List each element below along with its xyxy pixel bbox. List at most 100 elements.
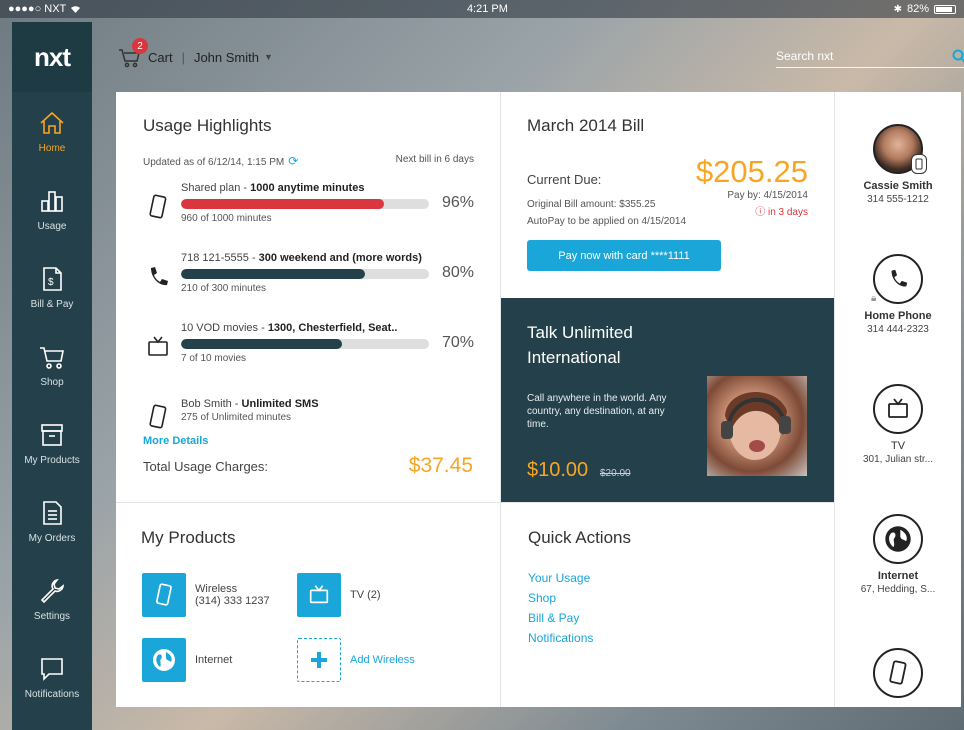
mobile-icon: [149, 194, 167, 219]
sidebar-item-label: My Orders: [28, 532, 76, 544]
product-name: TV (2): [350, 589, 381, 601]
usage-row-prefix: Bob Smith -: [181, 398, 242, 410]
usage-progress-bar: [181, 269, 429, 279]
sidebar-item-label: My Products: [24, 454, 80, 466]
contact-home-phone[interactable]: 🔒︎ Home Phone 314 444-2323: [835, 254, 961, 335]
bill-icon: $: [43, 266, 62, 291]
carrier-label: ●●●●○ NXT: [8, 3, 67, 15]
lock-icon: 🔒︎: [871, 293, 877, 304]
sidebar-item-settings[interactable]: Settings: [12, 560, 92, 638]
product-name: Add Wireless: [350, 654, 415, 666]
sidebar-item-label: Home: [38, 142, 66, 154]
usage-row-sub: 275 of Unlimited minutes: [181, 412, 292, 423]
header-divider: |: [181, 49, 185, 65]
cart-icon: [40, 346, 64, 369]
promo-card[interactable]: Talk Unlimited International Call anywhe…: [501, 298, 834, 502]
phone-icon: 🔒︎: [871, 254, 923, 304]
search-input[interactable]: [776, 48, 926, 63]
contact-detail: 67, Hedding, S...: [860, 584, 936, 595]
due-warning: ⓘ in 3 days: [755, 203, 808, 218]
contact-detail: 314 555-1212: [867, 194, 929, 205]
bill-card: March 2014 Bill Current Due: $205.25 Pay…: [501, 92, 834, 297]
product-name: Internet: [195, 654, 233, 666]
usage-row-plan: 300 weekend and (more words): [258, 252, 422, 264]
sidebar-item-my-orders[interactable]: My Orders: [12, 482, 92, 560]
contact-mobile[interactable]: [835, 648, 961, 698]
quick-actions-title: Quick Actions: [528, 528, 631, 547]
contacts-panel: Cassie Smith 314 555-1212 🔒︎ Home Phone …: [835, 92, 961, 707]
alert-icon: ⓘ: [755, 207, 766, 218]
box-icon: [41, 423, 63, 446]
usage-percent: 80%: [441, 264, 474, 281]
usage-row[interactable]: Shared plan - 1000 anytime minutes 96% 9…: [143, 182, 474, 246]
usage-row-sub: 960 of 1000 minutes: [181, 213, 272, 224]
sidebar-item-usage[interactable]: Usage: [12, 170, 92, 248]
usage-row-plan: Unlimited SMS: [241, 398, 319, 410]
more-details-link[interactable]: More Details: [143, 435, 208, 447]
contact-cassie-smith[interactable]: Cassie Smith 314 555-1212: [835, 124, 961, 205]
usage-row-plan: 1000 anytime minutes: [250, 182, 365, 194]
sidebar-item-my-products[interactable]: My Products: [12, 404, 92, 482]
pay-by-date: Pay by: 4/15/2014: [727, 190, 808, 201]
sidebar-item-notifications[interactable]: Notifications: [12, 638, 92, 716]
battery-icon: [933, 4, 956, 14]
mobile-icon: [911, 154, 927, 174]
usage-progress-bar: [181, 339, 429, 349]
phone-icon: [151, 267, 168, 286]
product-wireless[interactable]: Wireless (314) 333 1237: [142, 573, 270, 617]
sidebar-item-bill-pay[interactable]: $ Bill & Pay: [12, 248, 92, 326]
usage-row-prefix: 718 121-5555 -: [181, 252, 259, 264]
pay-now-button[interactable]: Pay now with card ****1111: [527, 240, 721, 271]
sidebar: nxt Home Usage $ Bill & Pay Shop My Prod…: [12, 22, 92, 730]
quick-link-notifications[interactable]: Notifications: [528, 628, 808, 648]
globe-icon: [873, 514, 923, 564]
wifi-icon: [71, 5, 81, 13]
my-products-card: My Products Wireless (314) 333 1237 TV (2…: [116, 503, 500, 707]
total-usage-amount: $37.45: [408, 454, 473, 477]
chevron-down-icon[interactable]: ▼: [264, 52, 273, 62]
add-wireless-button[interactable]: Add Wireless: [297, 638, 415, 682]
usage-percent: 70%: [441, 334, 474, 351]
usage-row[interactable]: 718 121-5555 - 300 weekend and (more wor…: [143, 252, 474, 316]
chat-icon: [41, 657, 63, 681]
usage-highlights-card: Usage Highlights Updated as of 6/12/14, …: [116, 92, 500, 502]
product-internet[interactable]: Internet: [142, 638, 232, 682]
cart-count-badge: 2: [132, 38, 148, 54]
usage-row-sub: 210 of 300 minutes: [181, 283, 267, 294]
usage-row[interactable]: 10 VOD movies - 1300, Chesterfield, Seat…: [143, 322, 474, 386]
search-box: [776, 44, 964, 68]
home-icon: [40, 111, 64, 134]
usage-title: Usage Highlights: [143, 116, 272, 135]
refresh-icon[interactable]: ⟳: [288, 154, 298, 168]
sidebar-item-shop[interactable]: Shop: [12, 326, 92, 404]
contact-name: TV: [890, 440, 906, 452]
wrench-icon: [40, 578, 64, 603]
contact-tv[interactable]: TV 301, Julian str...: [835, 384, 961, 465]
promo-title: Talk Unlimited International: [527, 323, 633, 367]
quick-link-usage[interactable]: Your Usage: [528, 568, 808, 588]
sidebar-item-label: Bill & Pay: [30, 298, 74, 310]
contact-name: Cassie Smith: [863, 180, 933, 192]
contact-name: Home Phone: [864, 310, 932, 322]
product-tv[interactable]: TV (2): [297, 573, 381, 617]
search-icon[interactable]: [952, 49, 964, 63]
product-name: Wireless: [195, 583, 238, 595]
total-usage: Total Usage Charges: $37.45: [143, 454, 473, 478]
quick-link-bill-pay[interactable]: Bill & Pay: [528, 608, 808, 628]
document-icon: [43, 500, 62, 525]
promo-photo: [707, 376, 807, 476]
usage-row-prefix: Shared plan -: [181, 182, 251, 194]
cart-button[interactable]: 2 Cart | John Smith ▼: [118, 38, 273, 68]
nxt-logo[interactable]: nxt: [12, 22, 92, 92]
total-usage-label: Total Usage Charges:: [143, 458, 269, 474]
cart-label: Cart: [148, 49, 173, 65]
sidebar-item-home[interactable]: Home: [12, 92, 92, 170]
usage-row-prefix: 10 VOD movies -: [181, 322, 268, 334]
mobile-icon: [873, 648, 923, 698]
tv-icon: [873, 384, 923, 434]
contact-internet[interactable]: Internet 67, Hedding, S...: [835, 514, 961, 595]
quick-link-shop[interactable]: Shop: [528, 588, 808, 608]
current-due-label: Current Due:: [527, 172, 602, 187]
user-menu[interactable]: John Smith: [194, 50, 259, 65]
sidebar-item-label: Settings: [33, 610, 71, 622]
